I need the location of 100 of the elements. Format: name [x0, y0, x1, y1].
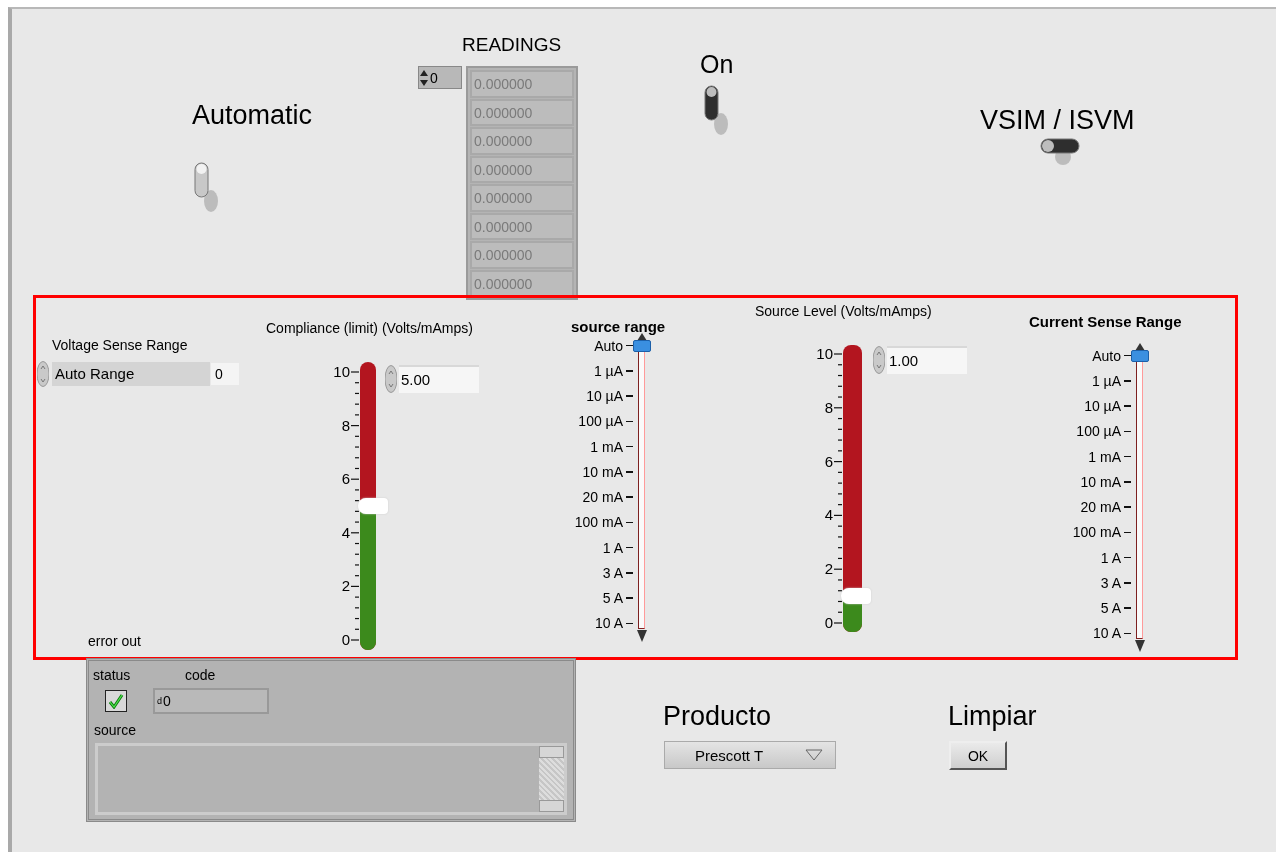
- scale-tick: [1124, 556, 1131, 559]
- up-arrow-icon[interactable]: [1135, 343, 1145, 351]
- slider-thumb[interactable]: [1131, 349, 1149, 362]
- ok-button[interactable]: OK: [949, 741, 1007, 770]
- scale-tick: [1124, 506, 1131, 508]
- slider-label: Compliance (limit) (Volts/mAmps): [266, 320, 473, 336]
- scale-tick: [626, 370, 633, 372]
- readings-label: READINGS: [462, 34, 562, 56]
- down-arrow-icon[interactable]: [637, 630, 647, 642]
- status-label: status: [93, 667, 131, 683]
- numeric-input[interactable]: 5.00: [399, 365, 479, 393]
- scale-label: 4: [341, 524, 350, 541]
- range-option[interactable]: 10 µA: [544, 388, 623, 405]
- range-option[interactable]: 20 mA: [1042, 499, 1121, 516]
- scale-tick: [626, 521, 633, 524]
- scale-tick: [626, 496, 633, 498]
- scale-tick: [626, 420, 633, 423]
- scale-label: 4: [824, 507, 833, 524]
- range-option[interactable]: 1 mA: [1042, 448, 1121, 465]
- range-option[interactable]: 5 A: [544, 590, 623, 607]
- scale-tick: [626, 546, 633, 549]
- down-arrow-icon[interactable]: [1135, 640, 1145, 652]
- slider-thumb[interactable]: [358, 498, 388, 514]
- scale-tick: [1124, 354, 1131, 357]
- scrollbar[interactable]: [539, 746, 564, 812]
- range-option[interactable]: 3 A: [544, 564, 623, 581]
- range-option[interactable]: 10 A: [1042, 625, 1121, 642]
- scale-tick: [626, 471, 633, 473]
- slider-thumb[interactable]: [841, 588, 871, 605]
- scale-label: 2: [824, 561, 833, 578]
- range-option[interactable]: 10 mA: [1042, 473, 1121, 490]
- scale-label: 10: [816, 346, 833, 362]
- code-label: code: [185, 667, 216, 683]
- scale-label: 8: [824, 399, 833, 416]
- range-option[interactable]: 100 mA: [544, 514, 623, 531]
- dropdown-label: Producto: [663, 701, 772, 732]
- range-option[interactable]: 1 A: [544, 539, 623, 556]
- caret-icon: [805, 749, 823, 761]
- range-option[interactable]: 100 µA: [544, 413, 623, 430]
- reading-value: 0.000000: [470, 269, 574, 297]
- reading-value: 0.000000: [470, 241, 574, 269]
- scale-tick: [626, 344, 633, 347]
- reading-value: 0.000000: [470, 98, 574, 126]
- scale-tick: [626, 597, 633, 599]
- scale-tick: [1124, 582, 1131, 584]
- slider-thumb[interactable]: [633, 339, 651, 352]
- switch-label: Automatic: [192, 100, 313, 131]
- range-option[interactable]: 100 mA: [1042, 524, 1121, 541]
- scale-tick: [626, 572, 633, 574]
- range-option[interactable]: 10 µA: [1042, 398, 1121, 415]
- range-option[interactable]: 20 mA: [544, 489, 623, 506]
- numeric-input[interactable]: 1.00: [887, 346, 967, 374]
- numeric-indicator: 0: [211, 363, 239, 385]
- slider-label: Source Level (Volts/mAmps): [755, 303, 932, 319]
- scale-tick: [1124, 607, 1131, 609]
- scale-label: 10: [333, 364, 350, 380]
- cluster-label: error out: [88, 633, 141, 649]
- scale-label: 2: [341, 578, 350, 595]
- scale-label: 6: [824, 453, 833, 470]
- slider-label: source range: [571, 318, 666, 335]
- radix-label: d: [157, 696, 162, 706]
- index-control[interactable]: 0: [418, 66, 462, 89]
- scale-label: 0: [341, 632, 350, 648]
- range-option[interactable]: 3 A: [1042, 574, 1121, 591]
- range-option[interactable]: 1 µA: [544, 362, 623, 379]
- scale-tick: [1124, 481, 1131, 483]
- scale-tick: [1124, 430, 1131, 433]
- scale-tick: [626, 622, 633, 625]
- up-arrow-icon[interactable]: [637, 333, 647, 341]
- scale-label: 0: [824, 615, 833, 631]
- scale-tick: [1124, 405, 1131, 407]
- scale-tick: [1124, 531, 1131, 534]
- range-option[interactable]: 10 mA: [544, 463, 623, 480]
- range-option[interactable]: 1 µA: [1042, 372, 1121, 389]
- scale-label: 8: [341, 417, 350, 434]
- switch-label: VSIM / ISVM: [980, 105, 1135, 136]
- scale-tick: [626, 445, 633, 448]
- reading-value: 0.000000: [470, 184, 574, 212]
- control-label: Voltage Sense Range: [52, 337, 188, 353]
- scale-label: 6: [341, 471, 350, 488]
- range-option[interactable]: 10 A: [544, 615, 623, 632]
- switch-label: On: [700, 50, 734, 79]
- range-option[interactable]: 1 A: [1042, 549, 1121, 566]
- scale-tick: [1124, 380, 1131, 382]
- reading-value: 0.000000: [470, 212, 574, 240]
- scale-tick: [1124, 632, 1131, 635]
- range-option[interactable]: 100 µA: [1042, 423, 1121, 440]
- reading-value: 0.000000: [470, 127, 574, 155]
- range-option[interactable]: 5 A: [1042, 600, 1121, 617]
- slider-label: Current Sense Range: [1029, 313, 1182, 330]
- reading-value: 0.000000: [470, 155, 574, 183]
- product-dropdown[interactable]: Prescott T: [664, 741, 836, 769]
- code-value: 0: [163, 693, 171, 709]
- range-option[interactable]: 1 mA: [544, 438, 623, 455]
- range-option[interactable]: Auto: [1042, 347, 1121, 364]
- source-label: source: [94, 722, 137, 738]
- scale-tick: [626, 395, 633, 397]
- button-label: Limpiar: [948, 701, 1037, 732]
- reading-value: 0.000000: [470, 70, 574, 98]
- range-option[interactable]: Auto: [544, 337, 623, 354]
